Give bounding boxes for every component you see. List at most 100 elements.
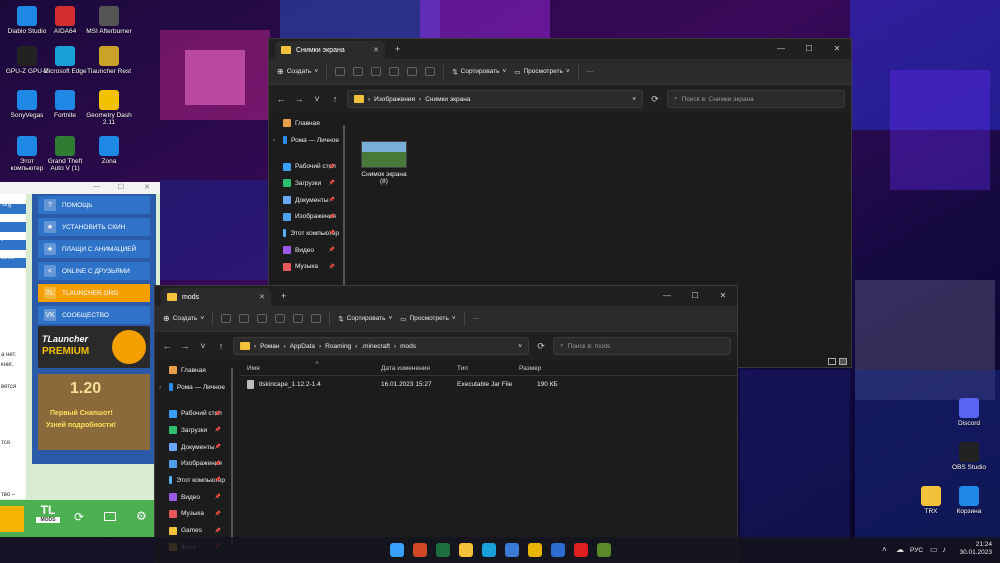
cloud-icon[interactable]: ☁ xyxy=(896,545,904,554)
sidebar-item[interactable]: Видео 📌 xyxy=(269,242,339,259)
new-tab-icon[interactable]: + xyxy=(281,291,286,301)
breadcrumb-item[interactable]: Изображения xyxy=(374,96,415,103)
copy-icon[interactable] xyxy=(239,314,250,323)
desktop-icon[interactable]: Microsoft Edge xyxy=(42,46,88,75)
rename-icon[interactable] xyxy=(275,314,286,323)
breadcrumb-item[interactable]: mods xyxy=(400,343,416,350)
chevron-down-icon[interactable]: ˅ xyxy=(518,343,522,350)
desktop-icon[interactable]: MSI Afterburner xyxy=(86,6,132,35)
breadcrumb-item[interactable]: Roaming xyxy=(325,343,351,350)
maximize-icon[interactable]: ☐ xyxy=(681,286,709,304)
mail-icon[interactable] xyxy=(551,543,565,557)
close-icon[interactable]: ✕ xyxy=(709,286,737,304)
sidebar-item[interactable]: Документы 📌 xyxy=(269,192,339,209)
paste-icon[interactable] xyxy=(257,314,268,323)
minimize-icon[interactable]: — xyxy=(653,286,681,304)
sidebar-item[interactable]: › Рома — Личное xyxy=(155,379,225,396)
chevron-right-icon[interactable]: › xyxy=(159,384,161,391)
more-button[interactable]: ··· xyxy=(587,68,594,75)
chevron-right-icon[interactable]: › xyxy=(273,137,275,144)
clock[interactable]: 21:24 30.01.2023 xyxy=(958,541,992,557)
volume-icon[interactable]: ♪ xyxy=(942,545,946,554)
breadcrumb-item[interactable]: .minecraft xyxy=(361,343,390,350)
desktop-icon[interactable]: Zona xyxy=(86,136,132,165)
view-button[interactable]: ▭ Просмотреть ˅ xyxy=(514,68,569,76)
cut-icon[interactable] xyxy=(335,67,346,76)
sidebar-item[interactable]: Изображения 📌 xyxy=(155,455,225,472)
create-button[interactable]: ⊕ Создать ˅ xyxy=(163,314,204,323)
close-icon[interactable]: ✕ xyxy=(144,183,150,191)
sidebar-item[interactable]: Загрузки 📌 xyxy=(269,175,339,192)
youtube-icon[interactable] xyxy=(574,543,588,557)
chrome-icon[interactable] xyxy=(528,543,542,557)
powerpoint-icon[interactable] xyxy=(413,543,427,557)
premium-banner[interactable]: TLauncher PREMIUM xyxy=(38,326,150,368)
sidebar-item[interactable]: Загрузки 📌 xyxy=(155,422,225,439)
store-icon[interactable] xyxy=(505,543,519,557)
launcher-menu-button[interactable]: < ONLINE С ДРУЗЬЯМИ xyxy=(38,262,150,280)
desktop-icon[interactable]: Tlauncher Rest xyxy=(86,46,132,75)
breadcrumb-item[interactable]: Роман xyxy=(260,343,279,350)
view-button[interactable]: ▭ Просмотреть ˅ xyxy=(400,315,455,323)
desktop-icon[interactable]: AIDA64 xyxy=(42,6,88,35)
breadcrumb-item[interactable]: Снимки экрана xyxy=(425,96,470,103)
back-arrow-icon[interactable]: ← xyxy=(275,94,287,104)
column-header-date[interactable]: Дата изменения xyxy=(381,365,430,372)
edge-icon[interactable] xyxy=(482,543,496,557)
minecraft-icon[interactable] xyxy=(597,543,611,557)
maximize-icon[interactable]: ☐ xyxy=(795,39,823,57)
chevron-up-icon[interactable]: ˄ xyxy=(882,545,887,554)
scrollbar[interactable] xyxy=(343,125,345,285)
desktop-icon[interactable]: Discord xyxy=(946,398,992,427)
up-arrow-icon[interactable]: ↑ xyxy=(329,94,341,104)
tab-mods[interactable]: mods ✕ xyxy=(161,288,271,306)
paste-icon[interactable] xyxy=(371,67,382,76)
language-indicator[interactable]: РУС xyxy=(910,547,923,554)
column-header-name[interactable]: Имя xyxy=(247,365,260,372)
minimize-icon[interactable]: — xyxy=(93,183,100,190)
launcher-menu-button[interactable]: ★ УСТАНОВИТЬ СКИН xyxy=(38,218,150,236)
new-tab-icon[interactable]: + xyxy=(395,44,400,54)
launcher-menu-button[interactable]: TL TLAUNCHER.ORG xyxy=(38,284,150,302)
sort-button[interactable]: ⇅ Сортировать ˅ xyxy=(452,68,506,76)
launcher-menu-button[interactable]: VK СООБЩЕСТВО xyxy=(38,306,150,324)
sort-button[interactable]: ⇅ Сортировать ˅ xyxy=(338,315,392,323)
folder-icon[interactable] xyxy=(104,512,116,521)
maximize-icon[interactable]: ☐ xyxy=(118,183,124,191)
breadcrumb[interactable]: › Изображения › Снимки экрана ˅ xyxy=(347,90,643,108)
minimize-icon[interactable]: — xyxy=(767,39,795,57)
copy-icon[interactable] xyxy=(353,67,364,76)
sidebar-item[interactable]: Документы 📌 xyxy=(155,439,225,456)
sidebar-item[interactable]: › Рома — Личное xyxy=(269,132,339,149)
refresh-icon[interactable]: ⟳ xyxy=(649,94,661,105)
version-banner[interactable]: 1.20 Первый Снапшот! Узней подробности! xyxy=(38,374,150,450)
close-tab-icon[interactable]: ✕ xyxy=(373,46,379,54)
back-arrow-icon[interactable]: ← xyxy=(161,341,173,351)
chevron-down-icon[interactable]: ˅ xyxy=(632,96,636,103)
breadcrumb-item[interactable]: AppData xyxy=(290,343,315,350)
cut-icon[interactable] xyxy=(221,314,232,323)
desktop-icon[interactable]: Grand Theft Auto V (1) xyxy=(42,136,88,172)
gear-icon[interactable]: ⚙ xyxy=(136,509,147,523)
delete-icon[interactable] xyxy=(425,67,436,76)
table-row[interactable]: tlskincape_1.12.2-1.4 16.01.2023 15:27 E… xyxy=(239,378,737,392)
sidebar-item[interactable]: Музыка 📌 xyxy=(155,506,225,523)
delete-icon[interactable] xyxy=(311,314,322,323)
sidebar-item[interactable]: Видео 📌 xyxy=(155,489,225,506)
launcher-menu-button[interactable]: ★ ПЛАЩИ С АНИМАЦИЕЙ xyxy=(38,240,150,258)
share-icon[interactable] xyxy=(407,67,418,76)
sidebar-item[interactable]: Рабочий стол 📌 xyxy=(155,405,225,422)
more-button[interactable]: ··· xyxy=(473,315,480,322)
tab-screenshots[interactable]: Снимки экрана ✕ xyxy=(275,41,385,59)
network-icon[interactable]: ▭ xyxy=(930,545,938,554)
forward-arrow-icon[interactable]: → xyxy=(293,94,305,104)
sidebar-item[interactable]: Рабочий стол 📌 xyxy=(269,158,339,175)
forward-arrow-icon[interactable]: → xyxy=(179,341,191,351)
close-tab-icon[interactable]: ✕ xyxy=(259,293,265,301)
file-item[interactable]: Снимок экрана (8) xyxy=(357,141,411,185)
breadcrumb[interactable]: › Роман › AppData › Roaming › .minecraft › mods ˅ xyxy=(233,337,529,355)
chevron-down-icon[interactable]: ˅ xyxy=(197,341,209,351)
chevron-down-icon[interactable]: ˅ xyxy=(311,94,323,104)
sidebar-item[interactable]: Главная xyxy=(269,115,339,132)
column-header-type[interactable]: Тип xyxy=(457,365,468,372)
